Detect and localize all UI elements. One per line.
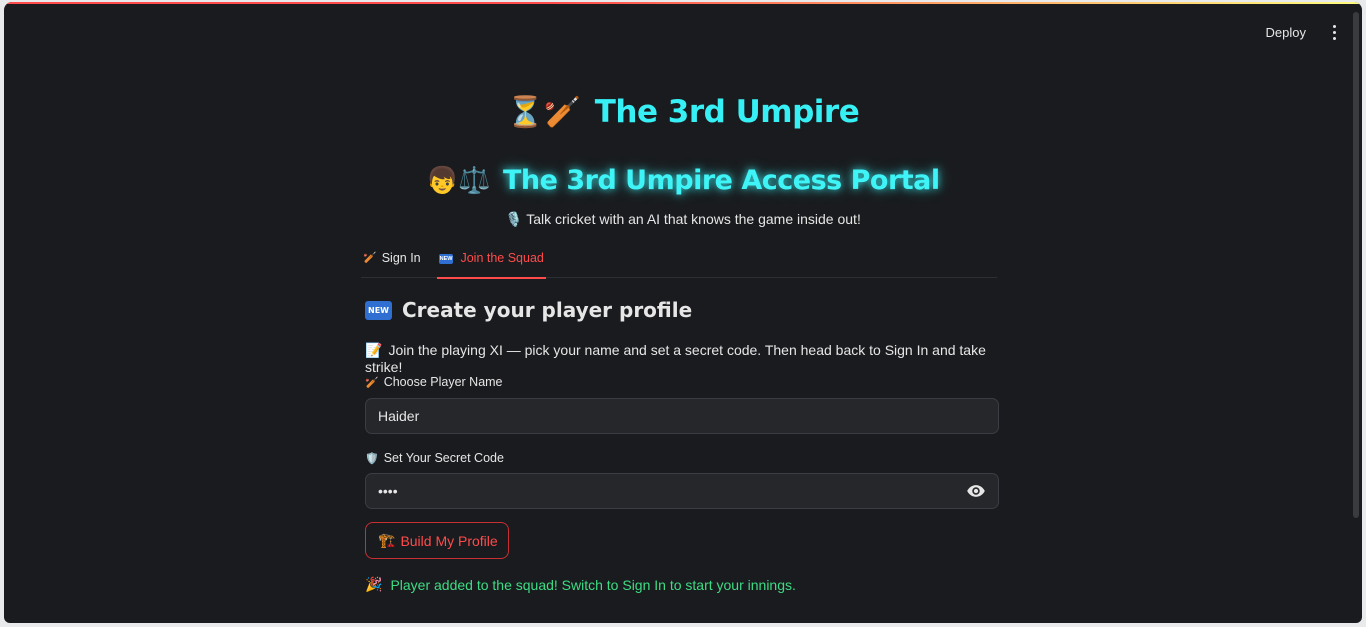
toolbar: Deploy (1260, 20, 1344, 44)
new-badge-icon: NEW (438, 254, 454, 264)
deploy-button[interactable]: Deploy (1260, 21, 1312, 44)
intro-text: 📝 Join the playing XI — pick your name an… (365, 342, 997, 375)
tab-join-label: Join the Squad (460, 251, 544, 265)
secret-code-label: 🛡️ Set Your Secret Code (365, 451, 504, 465)
player-name-field-container (365, 398, 999, 434)
section-heading-text: Create your player profile (401, 298, 693, 322)
portal-title: 👦⚖️ The 3rd Umpire Access Portal (4, 165, 1362, 196)
app-window: Deploy ⏳🏏 The 3rd Umpire 👦⚖️ The 3rd Ump… (4, 2, 1362, 623)
microphone-icon: 🎙️ (505, 211, 523, 227)
auth-tabs: 🏏 Sign In NEW Join the Squad (361, 248, 997, 279)
construction-crane-icon: 🏗️ (378, 532, 396, 548)
header-decoration (4, 2, 1362, 4)
intro-text-content: Join the playing XI — pick your name and… (365, 342, 986, 375)
app-title-text: The 3rd Umpire (594, 94, 860, 130)
portal-title-text: The 3rd Umpire Access Portal (503, 165, 940, 196)
boy-scales-icon: 👦⚖️ (426, 166, 491, 196)
tagline: 🎙️ Talk cricket with an AI that knows th… (4, 211, 1362, 228)
cricket-bat-icon: 🏏 (365, 377, 379, 389)
build-profile-button[interactable]: 🏗️ Build My Profile (365, 522, 509, 559)
new-badge-icon: NEW (365, 300, 392, 320)
tab-sign-in-label: Sign In (381, 251, 421, 265)
scrollbar[interactable] (1353, 12, 1359, 518)
build-profile-label: Build My Profile (400, 532, 498, 549)
app-title: ⏳🏏 The 3rd Umpire (4, 94, 1362, 130)
secret-code-field-container (365, 473, 999, 509)
tab-join-the-squad[interactable]: NEW Join the Squad (436, 248, 547, 279)
player-name-label: 🏏 Choose Player Name (365, 375, 503, 389)
main-menu-icon[interactable] (1324, 20, 1344, 44)
section-heading: NEW Create your player profile (365, 298, 692, 322)
hourglass-cricket-icon: ⏳🏏 (506, 95, 581, 130)
player-name-label-text: Choose Player Name (383, 375, 503, 389)
secret-code-input[interactable] (378, 483, 966, 499)
success-message-text: Player added to the squad! Switch to Sig… (390, 576, 796, 593)
tagline-text: Talk cricket with an AI that knows the g… (526, 211, 861, 227)
tab-sign-in[interactable]: 🏏 Sign In (361, 248, 423, 278)
secret-code-label-text: Set Your Secret Code (383, 451, 504, 465)
success-message: 🎉 Player added to the squad! Switch to S… (365, 576, 796, 593)
player-name-input[interactable] (378, 408, 986, 424)
cricket-bat-icon: 🏏 (363, 252, 377, 264)
memo-icon: 📝 (365, 342, 383, 358)
shield-icon: 🛡️ (365, 453, 379, 465)
eye-icon[interactable] (966, 481, 986, 501)
party-popper-icon: 🎉 (365, 576, 383, 592)
